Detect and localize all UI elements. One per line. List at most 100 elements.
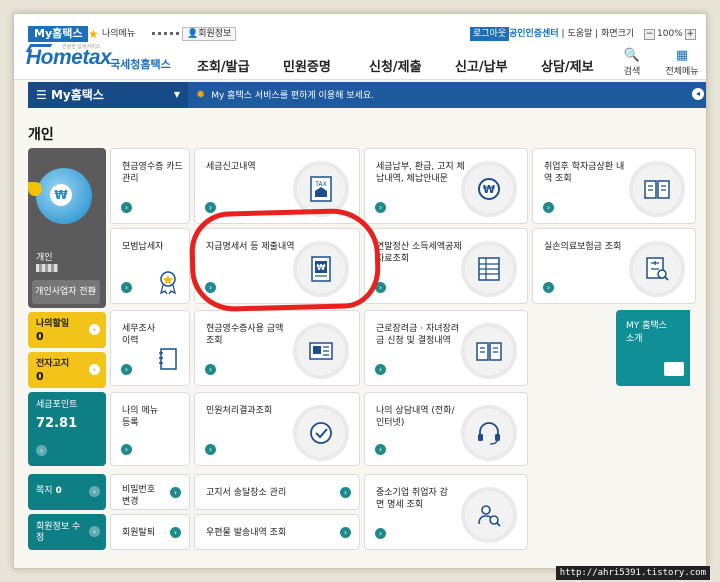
profile-type: 개인: [36, 253, 53, 263]
arrow-right-icon: ›: [340, 487, 351, 498]
arrow-right-icon: ›: [170, 527, 181, 538]
note-label: 쪽지: [36, 486, 53, 496]
arrow-right-icon: ›: [543, 282, 554, 293]
grid-icon: ▦: [675, 48, 689, 63]
caret-down-icon: ▼: [173, 90, 180, 99]
tile-label: 고지서 송달장소 관리: [206, 488, 287, 498]
note-tile[interactable]: 쪽지 0 ›: [28, 474, 106, 510]
tile-cash-receipt-amount[interactable]: 현금영수증사용 금액조회 ›: [194, 310, 360, 386]
zoom-out-button[interactable]: −: [644, 28, 655, 40]
e-notice-label: 전자고지: [36, 359, 70, 369]
tile-label: 세무조사 이력: [122, 324, 156, 346]
star-icon: ★: [88, 27, 99, 41]
red-highlight-circle: [188, 207, 382, 313]
tax-points-label: 세금포인트: [36, 400, 78, 410]
tile-student-loan[interactable]: 취업후 학자금상환 내역 조회 ›: [532, 148, 696, 224]
my-hometax-dropdown[interactable]: ☰ My홈택스 ▼: [28, 82, 188, 108]
my-tasks-count: 0: [36, 330, 44, 343]
tile-civil-result[interactable]: 민원처리결과조회 ›: [194, 392, 360, 466]
tile-label: 민원처리결과조회: [206, 406, 273, 416]
global-nav: 조회/발급 민원증명 신청/제출 신고/납부 상담/제보: [197, 56, 627, 75]
signpost-icon: [664, 362, 684, 376]
tile-label: 현금영수증사용 금액조회: [206, 324, 284, 346]
tile-model-taxpayer[interactable]: 모범납세자 ›: [110, 228, 190, 304]
tile-sme-employee-reduction[interactable]: 중소기업 취업자 감면 명세 조회 ›: [364, 474, 528, 550]
logo-slogan: 안녕한 납세서비스: [62, 44, 101, 50]
my-menu-link[interactable]: 나의메뉴: [102, 27, 135, 41]
tile-cash-receipt-card[interactable]: 현금영수증 카드관리 ›: [110, 148, 190, 224]
cert-center-link[interactable]: 공인인증센터: [509, 29, 559, 39]
book-icon: [629, 161, 685, 217]
tile-password-change[interactable]: 비밀번호 변경 ›: [110, 474, 190, 510]
tile-tax-payment-refund[interactable]: 세금납부, 환급, 고지 체납내역, 체납안내문 ₩ ›: [364, 148, 528, 224]
tile-label: 비밀번호 변경: [122, 485, 156, 507]
tile-earned-income-credit[interactable]: 근로장려금 · 자녀장려금 신청 및 결정내역 ›: [364, 310, 528, 386]
member-info-label: 회원정보: [198, 29, 232, 39]
arrow-right-icon: ›: [89, 526, 100, 537]
member-edit-tile[interactable]: 회원정보 수정 ›: [28, 514, 106, 550]
tile-consult-history[interactable]: 나의 상담내역 (전화/인터넷) ›: [364, 392, 528, 466]
tax-points-tile[interactable]: 세금포인트 72.81 ›: [28, 392, 106, 466]
bar-toggle-icon[interactable]: ◂: [692, 88, 704, 100]
nav-item-application[interactable]: 신청/제출: [369, 56, 455, 75]
tile-mail-history[interactable]: 우편물 발송내역 조회 ›: [194, 514, 360, 550]
tile-tax-audit-history[interactable]: 세무조사 이력 ›: [110, 310, 190, 386]
all-menu-label: 전체메뉴: [665, 67, 699, 77]
search-button[interactable]: 🔍 검색: [612, 48, 652, 77]
arrow-right-icon: ›: [89, 364, 100, 375]
arrow-right-icon: ›: [375, 364, 386, 375]
headset-icon: [461, 405, 517, 461]
logo-roof-icon: [25, 44, 53, 52]
nav-item-report[interactable]: 신고/납부: [455, 56, 541, 75]
tile-withdraw-member[interactable]: 회원탈퇴 ›: [110, 514, 190, 550]
arrow-right-icon: ›: [170, 487, 181, 498]
tile-label: 연말정산 소득세액공제 자료조회: [376, 242, 462, 264]
nav-item-certificate[interactable]: 민원증명: [283, 56, 369, 75]
my-hometax-intro-tile[interactable]: MY 홈택스 소개: [616, 310, 690, 386]
note-label-row: 쪽지 0: [36, 486, 62, 497]
won-coin-icon: ₩: [461, 161, 517, 217]
my-tasks-label: 나의할일: [36, 319, 70, 329]
won-icon: ₩: [50, 184, 72, 206]
help-link[interactable]: 도움말: [567, 29, 592, 39]
e-notice-tile[interactable]: 전자고지 0 ›: [28, 352, 106, 388]
convert-business-button[interactable]: 개인사업자 전환 ›: [32, 280, 100, 304]
tile-notice-address[interactable]: 고지서 송달장소 관리 ›: [194, 474, 360, 510]
medal-icon: [155, 269, 181, 295]
tile-year-end-settlement[interactable]: 연말정산 소득세액공제 자료조회 ›: [364, 228, 528, 304]
receipt-icon: [293, 323, 349, 379]
my-hometax-tab[interactable]: My홈택스: [28, 26, 89, 42]
utility-links: 공인인증센터 | 도움말 | 화면크기: [509, 29, 635, 39]
tile-label: 모범납세자: [122, 242, 164, 252]
all-menu-button[interactable]: ▦ 전체메뉴: [658, 48, 706, 77]
my-hometax-bar: ☰ My홈택스 ▼ ✹ My 홈택스 서비스를 편하게 이용해 보세요. ◂: [28, 82, 706, 108]
leaf-icon: [28, 182, 42, 196]
tile-label: 나의 메뉴 등록: [122, 406, 158, 428]
hometax-logo[interactable]: 안녕한 납세서비스 Hometax 국세청홈택스: [25, 44, 171, 71]
e-notice-count: 0: [36, 370, 44, 383]
member-info-button[interactable]: 👤회원정보: [182, 27, 237, 41]
sun-icon: ✹: [196, 88, 206, 101]
arrow-right-icon: ›: [36, 445, 47, 456]
section-title: 개인: [28, 127, 54, 143]
my-hometax-label: My홈택스: [50, 88, 104, 102]
logout-button[interactable]: 로그아웃: [470, 27, 510, 41]
tile-label: 세금납부, 환급, 고지 체납내역, 체납안내문: [376, 162, 465, 184]
tile-my-menu-register[interactable]: 나의 메뉴 등록 ›: [110, 392, 190, 466]
hamburger-icon: ☰: [36, 88, 47, 102]
arrow-right-icon: ›: [205, 202, 216, 213]
tile-medical-insurance[interactable]: 실손의료보험금 조회 ›: [532, 228, 696, 304]
zoom-in-button[interactable]: +: [684, 28, 696, 40]
masked-name: [36, 264, 58, 272]
tile-label: 우편물 발송내역 조회: [206, 528, 287, 538]
notebook-icon: [157, 347, 179, 374]
tile-label: 세금신고내역: [206, 162, 256, 172]
my-tasks-tile[interactable]: 나의할일 0 ›: [28, 312, 106, 348]
globe-won-icon: ₩: [28, 168, 92, 224]
convert-label: 개인사업자 전환: [35, 287, 96, 297]
tile-label: 나의 상담내역 (전화/인터넷): [376, 406, 455, 428]
nav-item-inquiry[interactable]: 조회/발급: [197, 56, 283, 75]
screen-frame: My홈택스 ★ 나의메뉴 👤회원정보 로그아웃 공인인증센터 | 도움말 | 화…: [14, 14, 706, 568]
calculator-search-icon: [629, 241, 685, 297]
svg-text:TAX: TAX: [314, 181, 326, 188]
